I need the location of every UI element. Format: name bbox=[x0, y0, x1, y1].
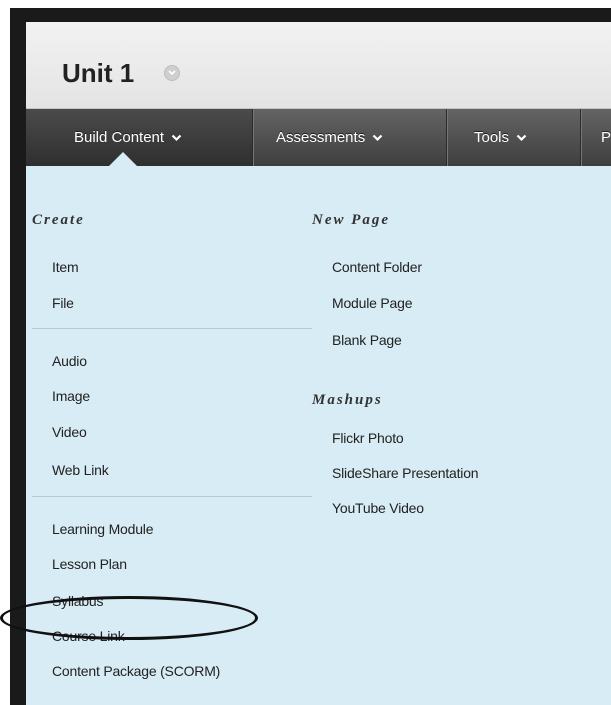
menu-item-video[interactable]: Video bbox=[52, 424, 87, 440]
chevron-down-icon bbox=[372, 109, 383, 166]
menu-item-image[interactable]: Image bbox=[52, 388, 90, 404]
menu-item-content-folder[interactable]: Content Folder bbox=[332, 259, 422, 275]
menu-item-lesson-plan[interactable]: Lesson Plan bbox=[52, 556, 127, 572]
menu-item-syllabus[interactable]: Syllabus bbox=[52, 593, 104, 609]
tab-assessments-label: Assessments bbox=[276, 129, 366, 146]
menu-item-learning-module[interactable]: Learning Module bbox=[52, 521, 153, 537]
chevron-down-icon bbox=[171, 109, 182, 166]
tab-tools-label: Tools bbox=[474, 129, 510, 146]
section-create-heading: Create bbox=[32, 212, 85, 228]
menu-separator bbox=[32, 496, 312, 497]
tab-assessments[interactable]: Assessments bbox=[253, 109, 446, 166]
menu-item-course-link[interactable]: Course Link bbox=[52, 628, 125, 644]
section-mashups-heading: Mashups bbox=[312, 392, 383, 408]
menu-item-audio[interactable]: Audio bbox=[52, 353, 87, 369]
course-content-area: Unit 1 Build Content Assessments Tools P… bbox=[26, 22, 611, 705]
menu-separator bbox=[32, 328, 312, 329]
page-title: Unit 1 bbox=[62, 58, 135, 88]
tab-build-content[interactable]: Build Content bbox=[26, 109, 252, 166]
tab-tools[interactable]: Tools bbox=[447, 109, 580, 166]
build-content-menu: Create Item File Audio Image Video Web L… bbox=[26, 166, 611, 705]
tab-partial[interactable]: Pu bbox=[581, 109, 611, 166]
screenshot-frame: Unit 1 Build Content Assessments Tools P… bbox=[10, 8, 611, 705]
menu-item-module-page[interactable]: Module Page bbox=[332, 295, 413, 311]
menu-item-blank-page[interactable]: Blank Page bbox=[332, 332, 402, 348]
menu-item-flickr-photo[interactable]: Flickr Photo bbox=[332, 430, 404, 446]
section-new-page-heading: New Page bbox=[312, 212, 391, 228]
menu-item-slideshare-presentation[interactable]: SlideShare Presentation bbox=[332, 465, 479, 481]
menu-item-file[interactable]: File bbox=[52, 295, 74, 311]
menu-item-item[interactable]: Item bbox=[52, 259, 79, 275]
menu-pointer bbox=[108, 152, 138, 167]
chevron-down-icon bbox=[516, 109, 527, 166]
title-options-chevron-icon[interactable] bbox=[164, 65, 180, 81]
title-bar: Unit 1 bbox=[26, 22, 611, 109]
tab-build-content-label: Build Content bbox=[74, 129, 165, 146]
menu-item-content-package-scorm[interactable]: Content Package (SCORM) bbox=[52, 663, 220, 679]
menu-item-youtube-video[interactable]: YouTube Video bbox=[332, 500, 424, 516]
menu-item-web-link[interactable]: Web Link bbox=[52, 462, 109, 478]
tab-partial-label: Pu bbox=[601, 129, 611, 146]
